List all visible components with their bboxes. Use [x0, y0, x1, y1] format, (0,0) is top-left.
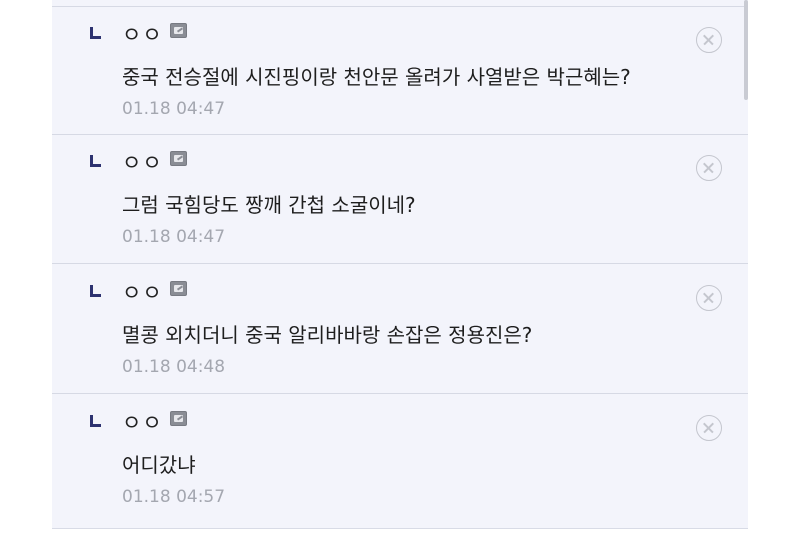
- edit-icon: [170, 151, 187, 166]
- comment-text: 멸콩 외치더니 중국 알리바바랑 손잡은 정용진은?: [122, 323, 533, 347]
- nickname[interactable]: ㅇㅇ: [122, 277, 163, 307]
- reply-arrow-icon: [90, 27, 101, 39]
- comment-text: 그럼 국힘당도 짱깨 간첩 소굴이네?: [122, 193, 416, 217]
- comment-timestamp: 01.18 04:48: [122, 357, 226, 377]
- comment-text: 중국 전승절에 시진핑이랑 천안문 올려가 사열받은 박근혜는?: [122, 65, 631, 89]
- comment-timestamp: 01.18 04:47: [122, 227, 226, 247]
- reply-arrow-icon: [90, 415, 101, 427]
- reply-item: ㅇㅇ 그럼 국힘당도 짱깨 간첩 소굴이네? 01.18 04:47: [52, 135, 748, 264]
- delete-close-icon[interactable]: [696, 415, 722, 441]
- nickname[interactable]: ㅇㅇ: [122, 19, 163, 49]
- reply-item: ㅇㅇ 어디갔냐 01.18 04:57: [52, 395, 748, 528]
- nickname[interactable]: ㅇㅇ: [122, 407, 163, 437]
- reply-arrow-icon: [90, 155, 101, 167]
- comment-text: 어디갔냐: [122, 453, 196, 477]
- reply-item: ㅇㅇ 멸콩 외치더니 중국 알리바바랑 손잡은 정용진은? 01.18 04:4…: [52, 265, 748, 394]
- comment-timestamp: 01.18 04:57: [122, 487, 226, 507]
- edit-icon: [170, 23, 187, 38]
- nickname[interactable]: ㅇㅇ: [122, 147, 163, 177]
- delete-close-icon[interactable]: [696, 285, 722, 311]
- reply-list: ㅇㅇ 중국 전승절에 시진핑이랑 천안문 올려가 사열받은 박근혜는? 01.1…: [52, 0, 748, 529]
- reply-arrow-icon: [90, 285, 101, 297]
- scrollbar[interactable]: [744, 0, 748, 100]
- edit-icon: [170, 411, 187, 426]
- reply-item: ㅇㅇ 중국 전승절에 시진핑이랑 천안문 올려가 사열받은 박근혜는? 01.1…: [52, 6, 748, 135]
- edit-icon: [170, 281, 187, 296]
- delete-close-icon[interactable]: [696, 27, 722, 53]
- comment-timestamp: 01.18 04:47: [122, 99, 226, 119]
- comment-panel: ㅇㅇ 중국 전승절에 시진핑이랑 천안문 올려가 사열받은 박근혜는? 01.1…: [0, 0, 800, 552]
- delete-close-icon[interactable]: [696, 155, 722, 181]
